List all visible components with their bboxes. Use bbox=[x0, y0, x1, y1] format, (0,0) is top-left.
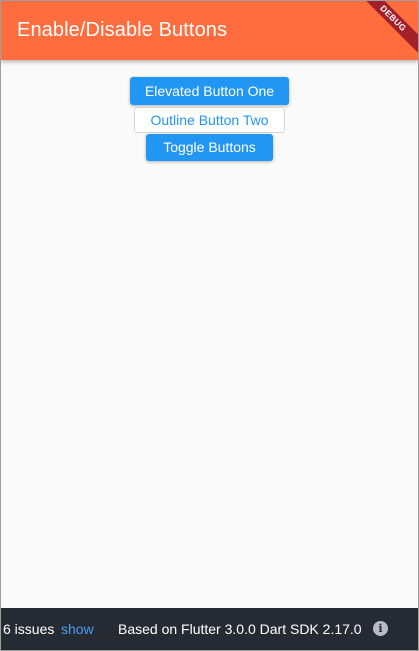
app-bar-title: Enable/Disable Buttons bbox=[17, 19, 228, 41]
info-icon[interactable]: i bbox=[373, 621, 388, 636]
elevated-button-one[interactable]: Elevated Button One bbox=[130, 77, 289, 105]
app-window: Enable/Disable Buttons DEBUG Elevated Bu… bbox=[0, 0, 419, 651]
show-issues-link[interactable]: show bbox=[61, 621, 94, 637]
main-content: Elevated Button One Outline Button Two T… bbox=[1, 60, 418, 608]
status-bar: 6 issues show Based on Flutter 3.0.0 Dar… bbox=[1, 608, 418, 650]
toggle-buttons-button[interactable]: Toggle Buttons bbox=[146, 134, 273, 161]
issues-count: 6 issues bbox=[3, 621, 55, 637]
outline-button-two[interactable]: Outline Button Two bbox=[134, 107, 285, 133]
sdk-version-text: Based on Flutter 3.0.0 Dart SDK 2.17.0 bbox=[118, 621, 362, 637]
app-bar: Enable/Disable Buttons bbox=[1, 1, 418, 60]
